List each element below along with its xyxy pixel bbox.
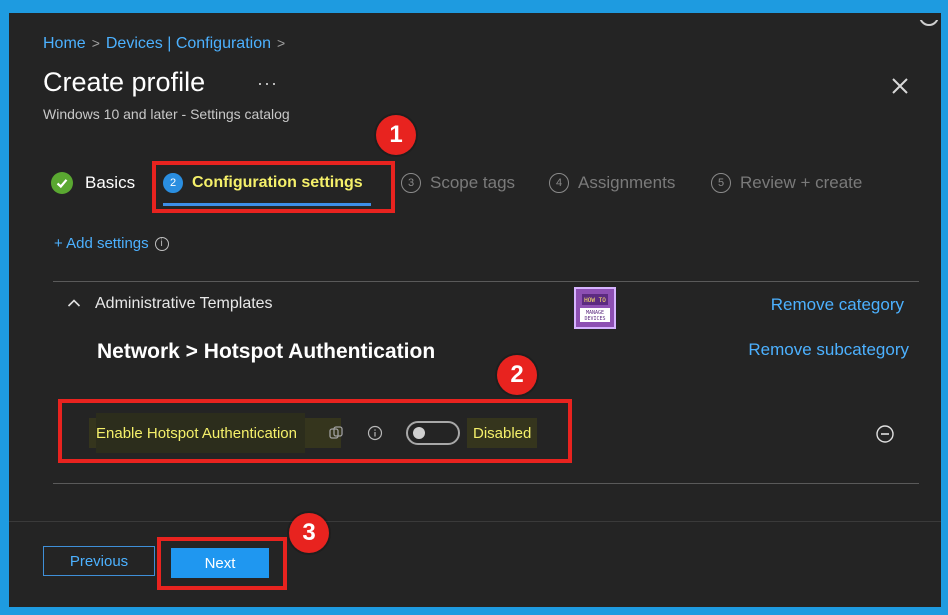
add-settings-label: + Add settings <box>54 235 149 252</box>
tab-label: Assignments <box>578 173 676 192</box>
tab-basics[interactable]: Basics <box>51 163 135 203</box>
tab-label: Review + create <box>740 173 863 192</box>
divider <box>53 483 919 484</box>
svg-text:HOW TO: HOW TO <box>584 297 606 304</box>
category-name: Administrative Templates <box>95 295 273 312</box>
window-corner-icon <box>917 13 941 26</box>
category-header[interactable]: Administrative Templates <box>67 295 273 313</box>
annotation-box-3 <box>157 537 287 590</box>
tab-label: Scope tags <box>430 173 516 192</box>
svg-text:DEVICES: DEVICES <box>584 316 605 322</box>
footer-divider <box>9 521 941 522</box>
page-title: Create profile <box>43 67 206 97</box>
annotation-badge-2: 2 <box>497 355 537 395</box>
breadcrumb-devices-configuration[interactable]: Devices | Configuration <box>106 35 271 52</box>
wizard-steps: Basics 2 Configuration settings 3 Scope … <box>9 163 941 203</box>
divider <box>53 281 919 282</box>
annotation-badge-3: 3 <box>289 513 329 553</box>
breadcrumb-separator: > <box>277 35 286 51</box>
step-number: 5 <box>711 173 731 193</box>
step-number: 4 <box>549 173 569 193</box>
breadcrumb-home[interactable]: Home <box>43 35 86 52</box>
close-icon[interactable] <box>889 75 911 97</box>
tab-review-create[interactable]: 5 Review + create <box>711 163 862 203</box>
subcategory-title: Network > Hotspot Authentication <box>97 340 436 363</box>
remove-setting-icon[interactable] <box>876 425 894 443</box>
annotation-box-2 <box>58 399 572 463</box>
tab-label: Basics <box>85 173 136 192</box>
more-options-button[interactable]: ··· <box>257 73 278 94</box>
remove-category-link[interactable]: Remove category <box>771 295 904 315</box>
add-settings-link[interactable]: + Add settings i <box>54 235 169 252</box>
annotation-box-1 <box>152 161 395 213</box>
page-subtitle: Windows 10 and later - Settings catalog <box>43 106 290 122</box>
check-icon <box>51 172 73 194</box>
tab-assignments[interactable]: 4 Assignments <box>549 163 675 203</box>
chevron-up-icon[interactable] <box>67 295 81 313</box>
annotation-badge-1: 1 <box>376 115 416 155</box>
create-profile-panel: Home > Devices | Configuration > Create pro… <box>9 13 941 607</box>
tab-scope-tags[interactable]: 3 Scope tags <box>401 163 515 203</box>
step-number: 3 <box>401 173 421 193</box>
info-icon[interactable]: i <box>154 236 169 251</box>
remove-subcategory-link[interactable]: Remove subcategory <box>748 340 909 360</box>
breadcrumb: Home > Devices | Configuration > <box>43 35 291 53</box>
breadcrumb-separator: > <box>91 35 100 51</box>
previous-button[interactable]: Previous <box>43 546 155 576</box>
how-to-manage-devices-logo: HOW TO MANAGE DEVICES <box>574 287 616 329</box>
